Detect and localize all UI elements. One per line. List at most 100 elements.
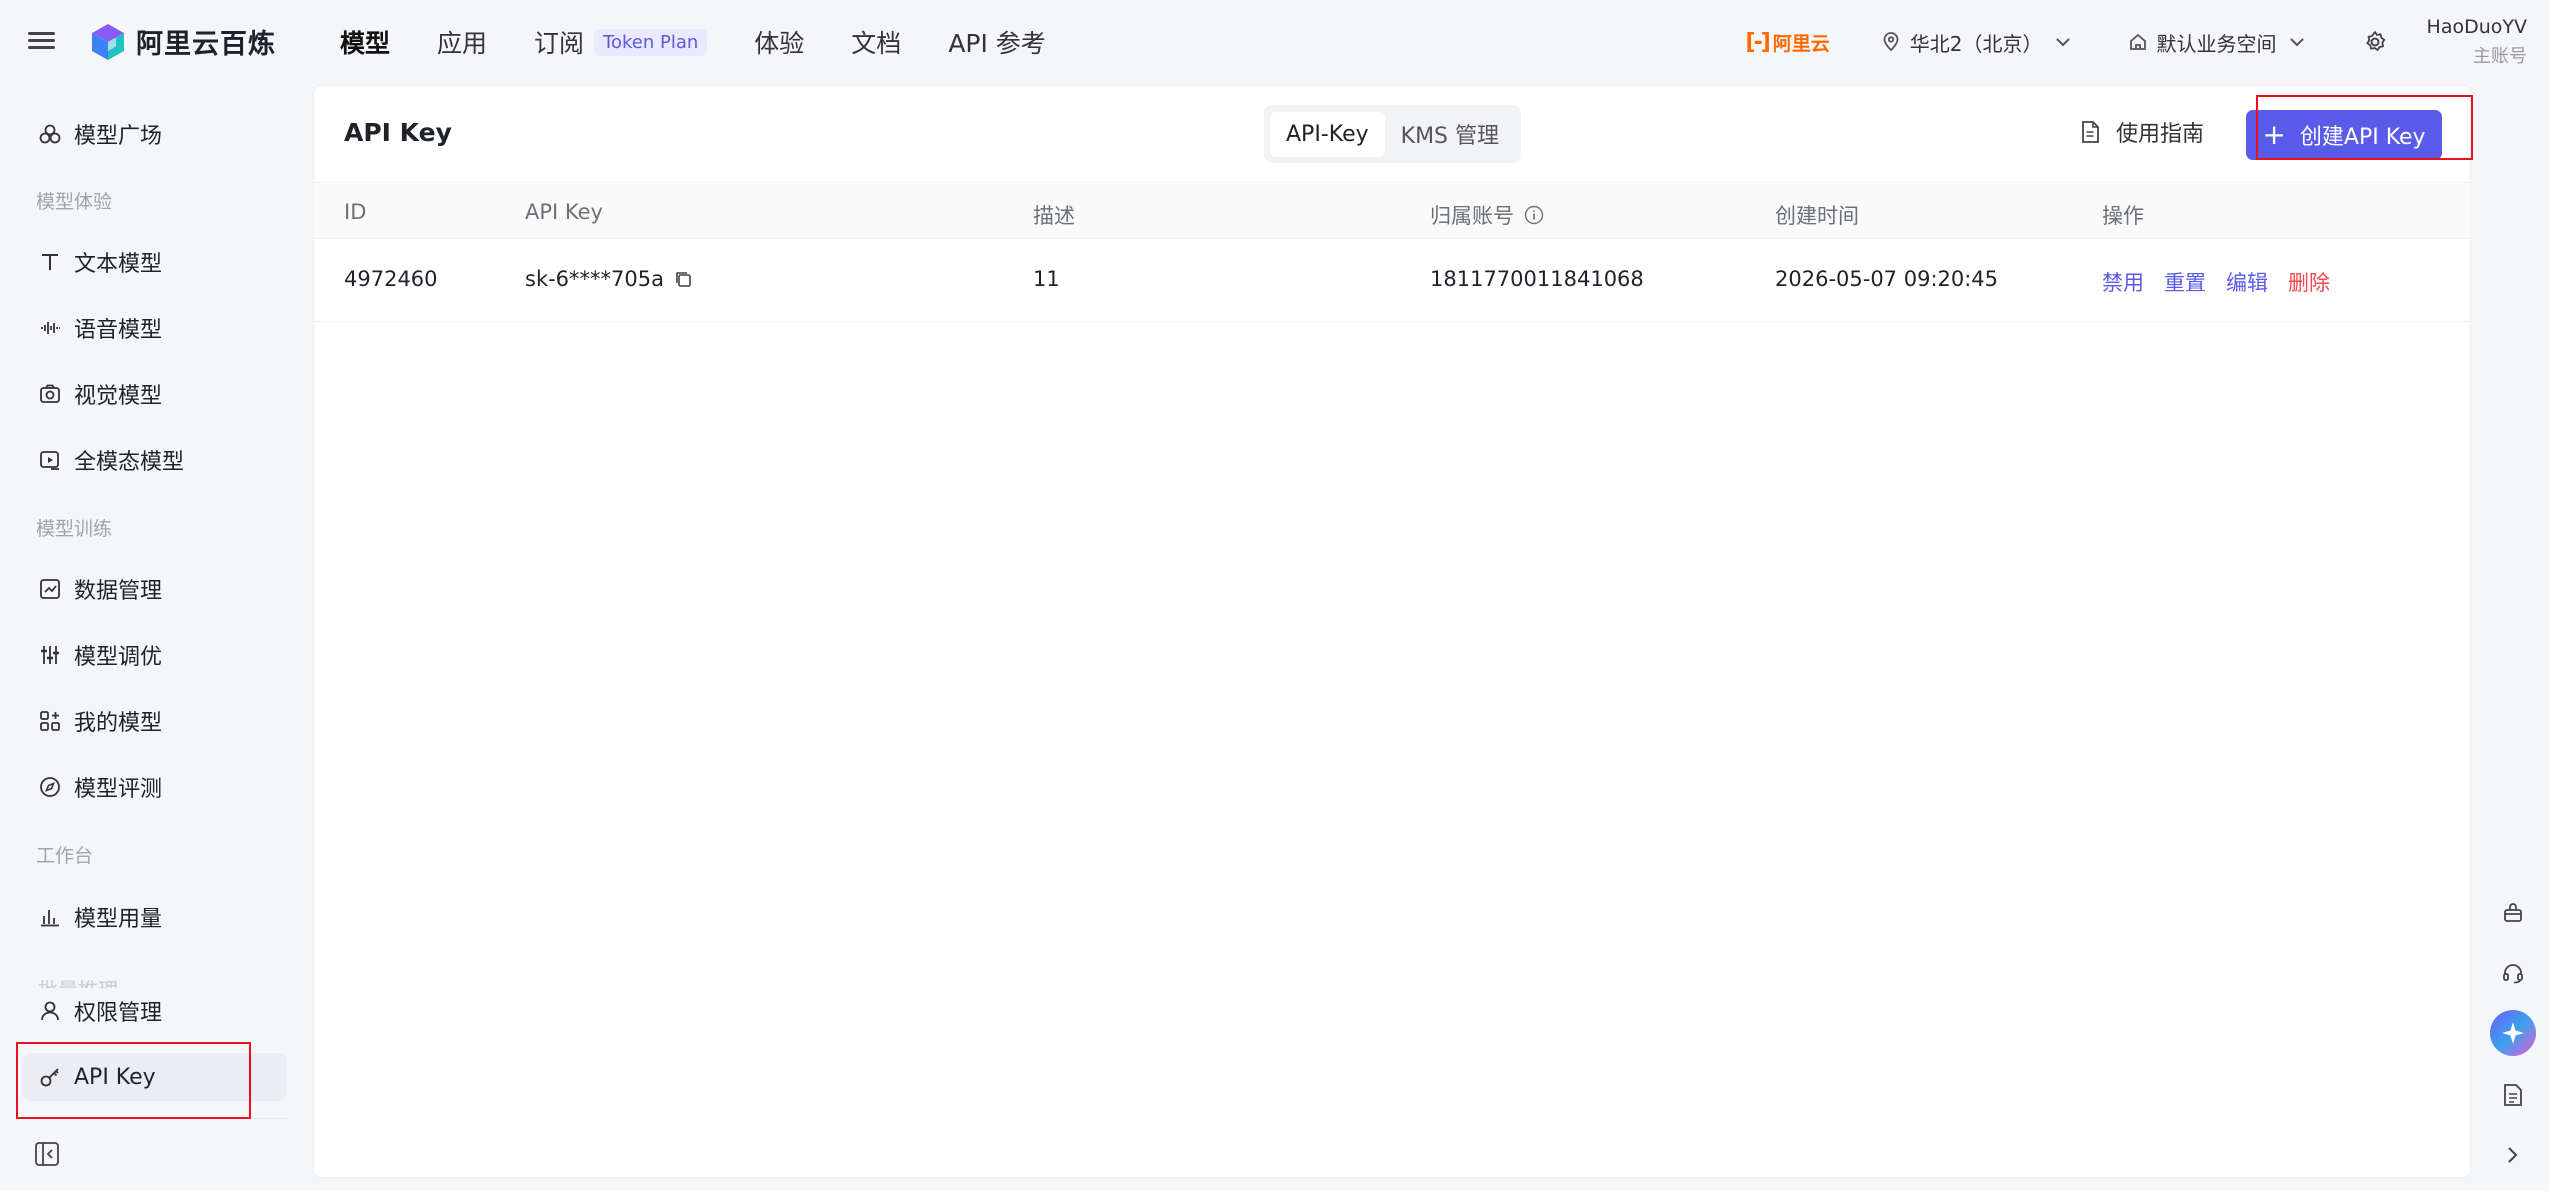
workspace-label: 默认业务空间 — [2156, 31, 2277, 56]
sidebar-item-label: 模型用量 — [74, 907, 163, 932]
nav-models[interactable]: 模型 — [340, 24, 390, 60]
aliyun-bracket-icon: [-] — [1745, 29, 1771, 55]
column-header-account: 归属账号 — [1430, 200, 1544, 230]
chevron-right-icon[interactable] — [2490, 1132, 2536, 1178]
ai-assistant-icon[interactable] — [2490, 1010, 2536, 1056]
text-icon — [38, 250, 62, 274]
user-name: HaoDuoYV — [2426, 16, 2527, 38]
sidebar-item-omni-model[interactable]: 全模态模型 — [22, 436, 287, 484]
sidebar-item-label: 视觉模型 — [74, 384, 163, 409]
column-header-api-key: API Key — [525, 200, 603, 224]
brand-name: 阿里云百炼 — [136, 29, 276, 60]
top-nav: 模型 应用 订阅 Token Plan 体验 文档 API 参考 — [340, 0, 1093, 84]
user-icon — [38, 999, 62, 1023]
brand-logo[interactable]: 阿里云百炼 — [90, 22, 276, 61]
sidebar-item-label: 文本模型 — [74, 252, 163, 277]
sidebar-item-model-usage[interactable]: 模型用量 — [22, 893, 287, 941]
location-pin-icon — [1883, 32, 1899, 52]
create-api-key-button[interactable]: + 创建API Key — [2246, 110, 2442, 160]
sidebar-item-label: 模型调优 — [74, 645, 163, 670]
sidebar-item-label: 全模态模型 — [74, 450, 185, 475]
camera-icon — [38, 382, 62, 406]
cell-description: 11 — [1033, 267, 1060, 291]
compass-icon — [38, 775, 62, 799]
reset-button[interactable]: 重置 — [2164, 267, 2206, 297]
region-label: 华北2（北京） — [1909, 31, 2043, 56]
cell-actions: 禁用 重置 编辑 删除 — [2102, 267, 2350, 297]
sidebar-item-my-models[interactable]: 我的模型 — [22, 697, 287, 745]
sidebar-item-label: 模型广场 — [74, 124, 163, 149]
column-header-id: ID — [344, 200, 367, 224]
sidebar-item-voice-model[interactable]: 语音模型 — [22, 304, 287, 352]
aliyun-logo-text: 阿里云 — [1772, 32, 1830, 55]
sidebar-item-model-square[interactable]: 模型广场 — [22, 110, 287, 158]
sidebar: 模型广场 模型体验 文本模型 语音模型 视觉模型 全模态模型 模型训练 数据管理… — [0, 84, 300, 1191]
aliyun-logo[interactable]: [-] 阿里云 — [1746, 29, 1830, 56]
column-header-created: 创建时间 — [1775, 204, 1859, 228]
sidebar-item-model-tuning[interactable]: 模型调优 — [22, 631, 287, 679]
bar-chart-icon — [38, 905, 62, 929]
sidebar-item-batch-inference-faded[interactable]: 批量推理 — [38, 974, 118, 988]
nav-apps[interactable]: 应用 — [437, 24, 487, 60]
nav-subscription[interactable]: 订阅 Token Plan — [534, 24, 708, 60]
sidebar-group-experience: 模型体验 — [36, 191, 113, 213]
sidebar-item-vision-model[interactable]: 视觉模型 — [22, 370, 287, 418]
sidebar-item-permissions[interactable]: 权限管理 — [22, 987, 287, 1035]
column-header-description: 描述 — [1033, 204, 1075, 228]
plus-icon: + — [2262, 118, 2286, 151]
nav-docs[interactable]: 文档 — [851, 24, 901, 60]
sidebar-item-label: 我的模型 — [74, 711, 163, 736]
api-key-masked: sk-6****705a — [525, 267, 664, 291]
chevron-down-icon — [2289, 38, 2304, 47]
document-list-icon[interactable] — [2490, 1072, 2536, 1118]
usage-guide-link[interactable]: 使用指南 — [2080, 116, 2204, 148]
sidebar-item-model-eval[interactable]: 模型评测 — [22, 763, 287, 811]
create-api-key-label: 创建API Key — [2299, 125, 2426, 150]
disable-button[interactable]: 禁用 — [2102, 267, 2144, 297]
user-role: 主账号 — [2473, 46, 2527, 67]
home-icon — [2129, 33, 2146, 50]
cell-id: 4972460 — [344, 267, 438, 291]
table-row: 4972460 sk-6****705a 11 1811770011841068… — [314, 240, 2470, 322]
usage-guide-label: 使用指南 — [2116, 122, 2205, 147]
region-selector[interactable]: 华北2（北京） — [1882, 28, 2081, 57]
sidebar-item-data-management[interactable]: 数据管理 — [22, 565, 287, 613]
cell-api-key: sk-6****705a — [525, 267, 692, 291]
page-title: API Key — [344, 118, 452, 147]
tab-api-key[interactable]: API-Key — [1270, 111, 1385, 157]
chevron-down-icon — [2055, 38, 2070, 47]
workspace-selector[interactable]: 默认业务空间 — [2129, 28, 2315, 57]
sliders-icon — [38, 643, 62, 667]
sidebar-item-label: API Key — [74, 1064, 156, 1090]
tab-kms-management[interactable]: KMS 管理 — [1385, 108, 1515, 160]
gift-icon[interactable] — [2490, 890, 2536, 936]
info-icon[interactable] — [1524, 205, 1544, 225]
cloud-hub-icon — [38, 122, 62, 146]
apps-grid-icon — [38, 709, 62, 733]
sidebar-item-text-model[interactable]: 文本模型 — [22, 238, 287, 286]
sidebar-item-label: 语音模型 — [74, 318, 163, 343]
waveform-icon — [38, 316, 62, 340]
table-header: ID API Key 描述 归属账号 创建时间 操作 — [314, 182, 2470, 239]
column-header-actions: 操作 — [2102, 204, 2144, 228]
sidebar-item-label: 模型评测 — [74, 777, 163, 802]
token-plan-badge: Token Plan — [594, 28, 708, 56]
sidebar-item-label: 权限管理 — [74, 1001, 163, 1026]
sidebar-item-api-key[interactable]: API Key — [22, 1053, 287, 1101]
copy-icon[interactable] — [674, 270, 692, 288]
nav-experience[interactable]: 体验 — [754, 24, 804, 60]
nav-api-reference[interactable]: API 参考 — [948, 24, 1046, 60]
headset-icon[interactable] — [2490, 950, 2536, 996]
user-account[interactable]: HaoDuoYV 主账号 — [2427, 16, 2527, 68]
menu-icon[interactable] — [26, 26, 58, 58]
edit-button[interactable]: 编辑 — [2226, 267, 2268, 297]
media-play-icon — [38, 448, 62, 472]
document-icon — [2082, 121, 2099, 143]
sidebar-collapse-icon[interactable] — [34, 1141, 60, 1167]
chart-line-icon — [38, 577, 62, 601]
sidebar-group-workbench: 工作台 — [36, 845, 94, 867]
top-bar: 阿里云百炼 模型 应用 订阅 Token Plan 体验 文档 API 参考 [… — [0, 0, 2549, 84]
delete-button[interactable]: 删除 — [2288, 267, 2330, 297]
gear-icon[interactable] — [2363, 30, 2387, 54]
sidebar-divider — [22, 1118, 287, 1119]
